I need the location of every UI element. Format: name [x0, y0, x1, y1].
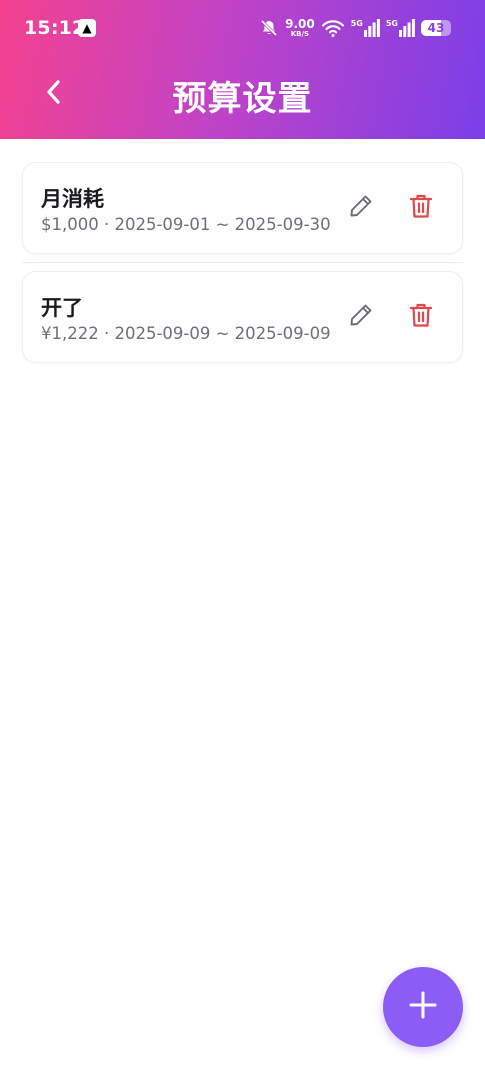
budget-card[interactable]: 月消耗 $1,000 · 2025-09-01 ~ 2025-09-30	[22, 162, 463, 254]
add-budget-button[interactable]	[383, 967, 463, 1047]
pencil-icon	[348, 193, 374, 223]
title-bar: 预算设置	[0, 56, 485, 139]
pencil-icon	[348, 302, 374, 332]
status-bar: 15:12 ▲ 9.00 KB/S 5G 5G 43	[0, 0, 485, 56]
signal-5g-icon: 5G	[351, 19, 380, 37]
battery-icon: 43	[421, 20, 451, 36]
status-indicators: 9.00 KB/S 5G 5G 43	[259, 16, 451, 40]
budget-name: 开了	[41, 296, 83, 320]
delete-button[interactable]	[404, 300, 438, 334]
mute-bell-icon	[259, 18, 279, 38]
battery-level: 43	[427, 21, 445, 35]
plus-icon	[408, 990, 438, 1024]
notification-app-icon: ▲	[78, 19, 96, 37]
budget-name: 月消耗	[41, 187, 104, 211]
status-time: 15:12	[24, 17, 86, 39]
network-type-label-2: 5G	[385, 19, 398, 28]
list-divider	[22, 262, 463, 263]
speed-unit: KB/S	[290, 30, 310, 38]
app-header: 15:12 ▲ 9.00 KB/S 5G 5G 43 预算设置	[0, 0, 485, 139]
speed-value: 9.00	[285, 17, 315, 31]
budget-meta: ¥1,222 · 2025-09-09 ~ 2025-09-09	[41, 324, 331, 343]
trash-icon	[409, 302, 433, 332]
budget-meta: $1,000 · 2025-09-01 ~ 2025-09-30	[41, 215, 331, 234]
signal-5g-icon-2: 5G	[386, 19, 415, 37]
edit-button[interactable]	[344, 191, 378, 225]
trash-icon	[409, 193, 433, 223]
wifi-icon	[321, 18, 345, 38]
delete-button[interactable]	[404, 191, 438, 225]
network-type-label: 5G	[350, 19, 363, 28]
budget-list: 月消耗 $1,000 · 2025-09-01 ~ 2025-09-30 开了 …	[22, 162, 463, 363]
network-speed: 9.00 KB/S	[285, 18, 315, 38]
edit-button[interactable]	[344, 300, 378, 334]
page-title: 预算设置	[172, 79, 313, 119]
budget-card[interactable]: 开了 ¥1,222 · 2025-09-09 ~ 2025-09-09	[22, 271, 463, 363]
